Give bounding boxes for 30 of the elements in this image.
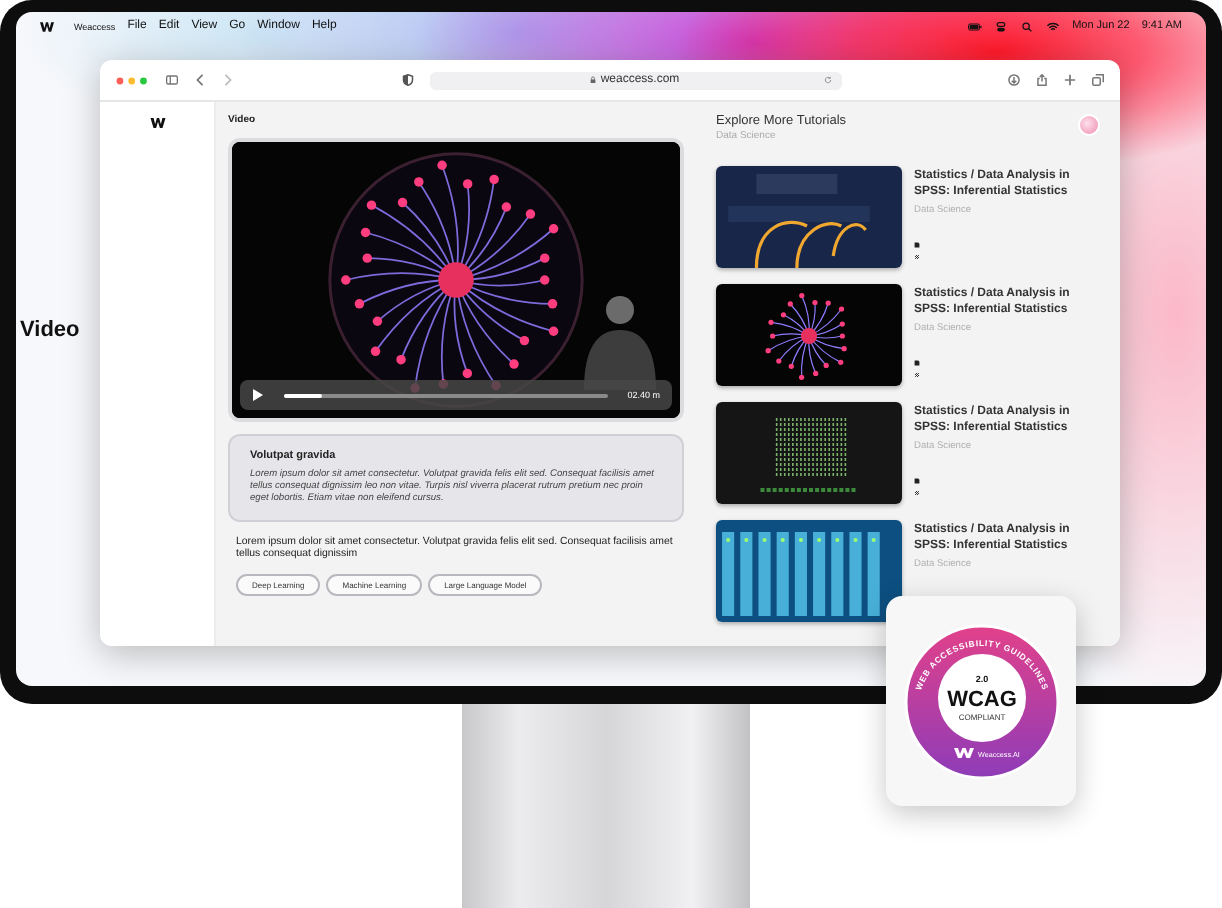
logo-icon[interactable]	[149, 118, 165, 128]
thumbnail-drawing[interactable]	[716, 520, 902, 622]
document-icon	[914, 478, 920, 484]
seal-title: WCAG	[946, 687, 1016, 711]
control-center-icon[interactable]	[994, 21, 1009, 31]
link-icon	[914, 254, 920, 260]
sidebar-icon[interactable]	[166, 74, 178, 86]
shield-icon[interactable]	[401, 74, 413, 86]
logo-icon	[953, 747, 973, 757]
play-icon[interactable]	[252, 388, 264, 402]
new-tab-icon[interactable]	[1064, 74, 1076, 86]
download-icon[interactable]	[1008, 74, 1020, 86]
video-label: Video	[20, 318, 80, 342]
search-icon[interactable]	[1020, 21, 1035, 31]
document-icon	[914, 360, 920, 366]
thumbnail-drawing[interactable]	[716, 284, 902, 386]
back-icon[interactable]	[194, 74, 206, 86]
document-icon	[914, 242, 920, 248]
window-controls-icon[interactable]	[116, 75, 150, 85]
logo-icon[interactable]	[40, 21, 54, 31]
thumbnail-drawing[interactable]	[716, 402, 902, 504]
reload-icon[interactable]	[823, 76, 831, 84]
share-icon[interactable]	[1036, 74, 1048, 86]
link-icon	[914, 490, 920, 496]
battery-icon[interactable]	[968, 21, 983, 31]
link-icon	[914, 372, 920, 378]
lock-icon	[590, 76, 597, 84]
wifi-icon[interactable]	[1046, 21, 1061, 31]
thumbnail-drawing[interactable]	[716, 166, 902, 268]
tabs-overview-icon[interactable]	[1092, 74, 1104, 86]
